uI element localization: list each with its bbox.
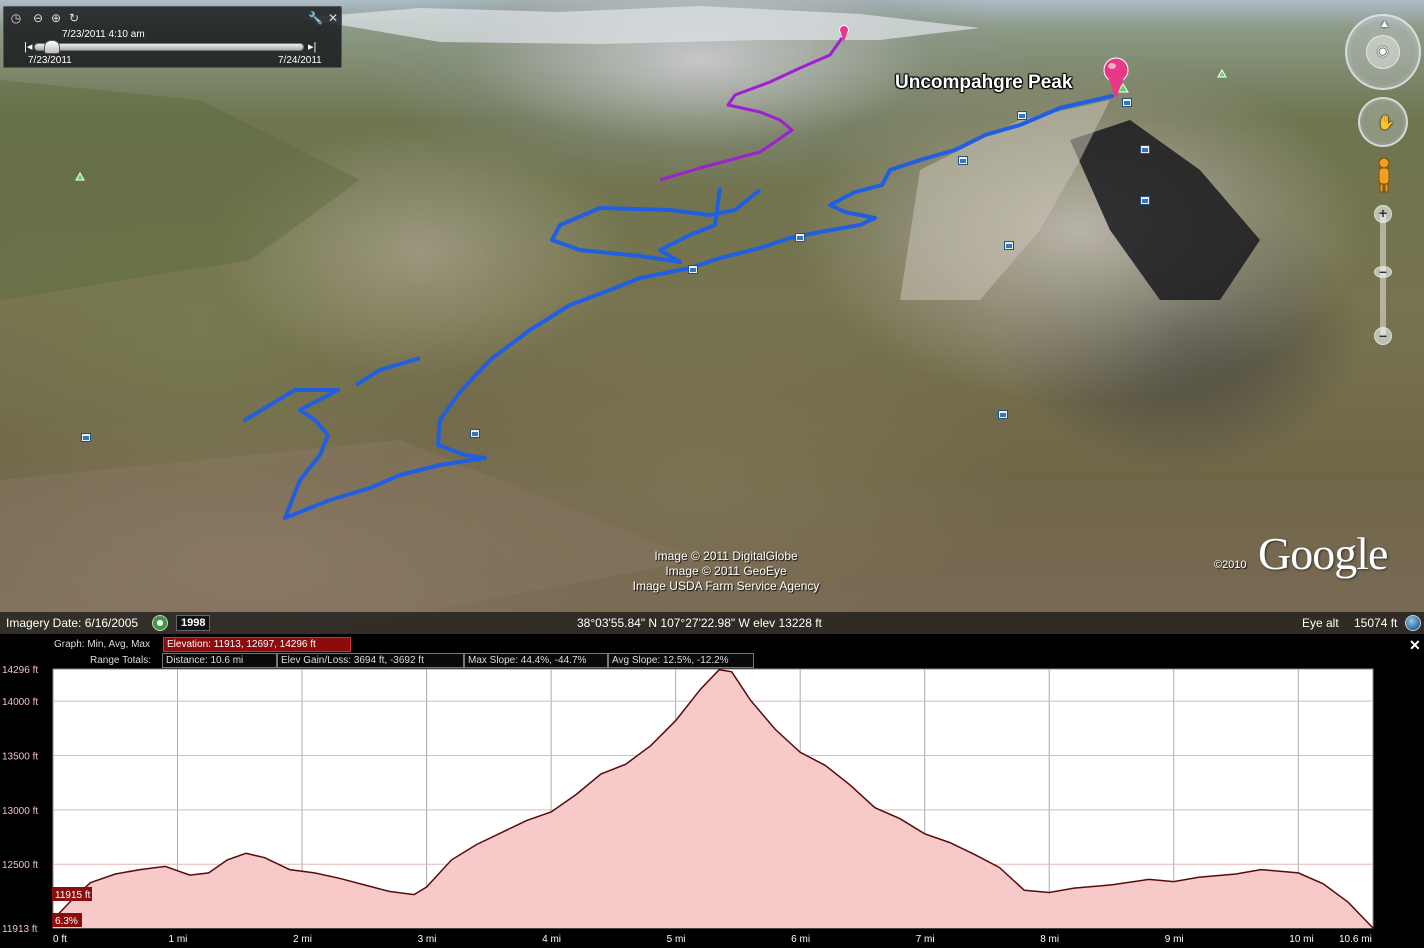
zoom-in-button[interactable]: +	[1374, 205, 1392, 223]
lower-slope	[0, 440, 700, 634]
cursor-slope-label: 6.3%	[55, 916, 78, 927]
y-tick-label: 13500 ft	[2, 752, 38, 763]
x-tick-label: 6 mi	[791, 934, 810, 945]
map-viewport[interactable]: Uncompahgre Peak ◷ ⊖ ⊕ ↻ 🔧 ✕ 7/23/2011 4…	[0, 0, 1424, 634]
terrain-overlay	[0, 6, 1260, 634]
snowfield-ridge	[300, 6, 980, 44]
gps-track-secondary	[659, 37, 844, 182]
photo-marker-icon[interactable]	[470, 429, 480, 438]
photo-marker-icon[interactable]	[1017, 111, 1027, 120]
photo-marker-icon[interactable]	[958, 156, 968, 165]
step-back-icon[interactable]: |◂	[24, 40, 32, 53]
eye-alt-value: 15074 ft	[1354, 616, 1398, 630]
photo-marker-icon[interactable]	[81, 433, 91, 442]
credit-line: Image USDA Farm Service Agency	[632, 579, 820, 593]
zoom-slider-thumb[interactable]: –	[1374, 264, 1392, 278]
imagery-date: Imagery Date: 6/16/2005	[6, 616, 139, 630]
y-tick-label: 14000 ft	[2, 697, 38, 708]
google-logo: Google	[1258, 528, 1388, 579]
placemark-pin-icon[interactable]	[1102, 57, 1130, 101]
photo-marker-icon[interactable]	[1140, 145, 1150, 154]
photo-marker-icon[interactable]	[688, 265, 698, 274]
time-slider-thumb[interactable]	[44, 40, 60, 54]
valley-slope	[0, 80, 360, 300]
y-tick-label: 14296 ft	[2, 665, 38, 676]
elevation-profile-panel: 0 ft 1 mi 2 mi 3 mi 4 mi 5 mi 6 mi 7 mi 8 mi 9 mi…	[0, 634, 1424, 948]
x-tick-label: 8 mi	[1040, 934, 1059, 945]
graph-label: Graph: Min, Avg, Max	[54, 639, 150, 650]
photo-marker-icon[interactable]	[795, 233, 805, 242]
clock-icon[interactable]: ◷	[9, 11, 23, 25]
look-control[interactable]: ▲ ◉	[1345, 14, 1421, 90]
time-slider-end: 7/24/2011	[278, 55, 322, 66]
play-icon[interactable]: ▸|	[308, 40, 316, 53]
x-tick-label: 3 mi	[418, 934, 437, 945]
placemark-pin-small-icon[interactable]	[838, 25, 850, 43]
streaming-globe-icon	[1405, 615, 1421, 631]
x-tick-label: 1 mi	[169, 934, 188, 945]
street-view-pegman-icon[interactable]	[1374, 156, 1394, 194]
credit-line: Image © 2011 GeoEye	[665, 564, 787, 578]
time-slider-current: 7/23/2011 4:10 am	[62, 29, 145, 40]
x-tick-label: 10 mi	[1289, 934, 1313, 945]
x-tick-label: 4 mi	[542, 934, 561, 945]
zoom-out-time-icon[interactable]: ⊖	[31, 11, 45, 25]
x-tick-label: 2 mi	[293, 934, 312, 945]
imagery-credits: Image © 2011 DigitalGlobe Image © 2011 G…	[616, 549, 836, 594]
x-tick-label: 5 mi	[667, 934, 686, 945]
elevation-chart[interactable]: 0 ft 1 mi 2 mi 3 mi 4 mi 5 mi 6 mi 7 mi 8 mi 9 mi…	[0, 634, 1424, 948]
zoom-out-button[interactable]: –	[1374, 327, 1392, 345]
copyright-year: ©2010	[1214, 559, 1247, 571]
eye-alt-label: Eye alt	[1302, 616, 1339, 630]
x-tick-label: 9 mi	[1165, 934, 1184, 945]
avg-slope-stat[interactable]: Avg Slope: 12.5%, -12.2%	[608, 653, 754, 668]
repeat-icon[interactable]: ↻	[67, 11, 81, 25]
peak-shadow-face	[1070, 120, 1260, 300]
time-slider-start: 7/23/2011	[28, 55, 72, 66]
close-icon[interactable]: ✕	[326, 11, 340, 25]
gps-track-loop	[354, 187, 762, 387]
cursor-elevation-label: 11915 ft	[55, 890, 91, 901]
photo-marker-icon[interactable]	[998, 410, 1008, 419]
north-indicator-icon[interactable]: ▲	[1379, 18, 1390, 30]
zoom-in-time-icon[interactable]: ⊕	[49, 11, 63, 25]
wrench-icon[interactable]: 🔧	[308, 11, 323, 25]
y-tick-label: 12500 ft	[2, 860, 38, 871]
elevation-stat[interactable]: Elevation: 11913, 12697, 14296 ft	[163, 637, 351, 652]
max-slope-stat[interactable]: Max Slope: 44.4%, -44.7%	[464, 653, 608, 668]
pointer-coordinates: 38°03'55.84" N 107°27'22.98" W elev 1322…	[577, 616, 822, 630]
range-totals-label: Range Totals:	[90, 655, 151, 666]
photo-marker-icon[interactable]	[1122, 98, 1132, 107]
hand-icon: ✋	[1377, 114, 1395, 130]
photo-marker-icon[interactable]	[1004, 241, 1014, 250]
placemark-label[interactable]: Uncompahgre Peak	[895, 72, 1072, 94]
historical-imagery-icon[interactable]	[152, 615, 168, 631]
status-bar: Imagery Date: 6/16/2005 1998 38°03'55.84…	[0, 612, 1424, 634]
summit-marker-icon[interactable]	[1217, 68, 1227, 78]
eye-icon: ◉	[1377, 43, 1389, 58]
distance-stat[interactable]: Distance: 10.6 mi	[162, 653, 277, 668]
photo-marker-icon[interactable]	[1140, 196, 1150, 205]
move-control[interactable]: ✋	[1358, 97, 1408, 147]
time-slider-panel: ◷ ⊖ ⊕ ↻ 🔧 ✕ 7/23/2011 4:10 am |◂ ▸| 7/23…	[3, 6, 342, 68]
x-tick-label: 10.6 mi	[1339, 934, 1372, 945]
historical-imagery-year[interactable]: 1998	[176, 615, 211, 631]
y-tick-label: 11913 ft	[2, 924, 38, 935]
elev-gain-loss-stat[interactable]: Elev Gain/Loss: 3694 ft, -3692 ft	[277, 653, 464, 668]
x-tick-label: 0 ft	[53, 934, 67, 945]
close-profile-button[interactable]: ✕	[1409, 637, 1421, 654]
y-tick-label: 13000 ft	[2, 806, 38, 817]
credit-line: Image © 2011 DigitalGlobe	[654, 549, 798, 563]
x-tick-label: 7 mi	[916, 934, 935, 945]
time-slider-track[interactable]	[34, 43, 304, 51]
